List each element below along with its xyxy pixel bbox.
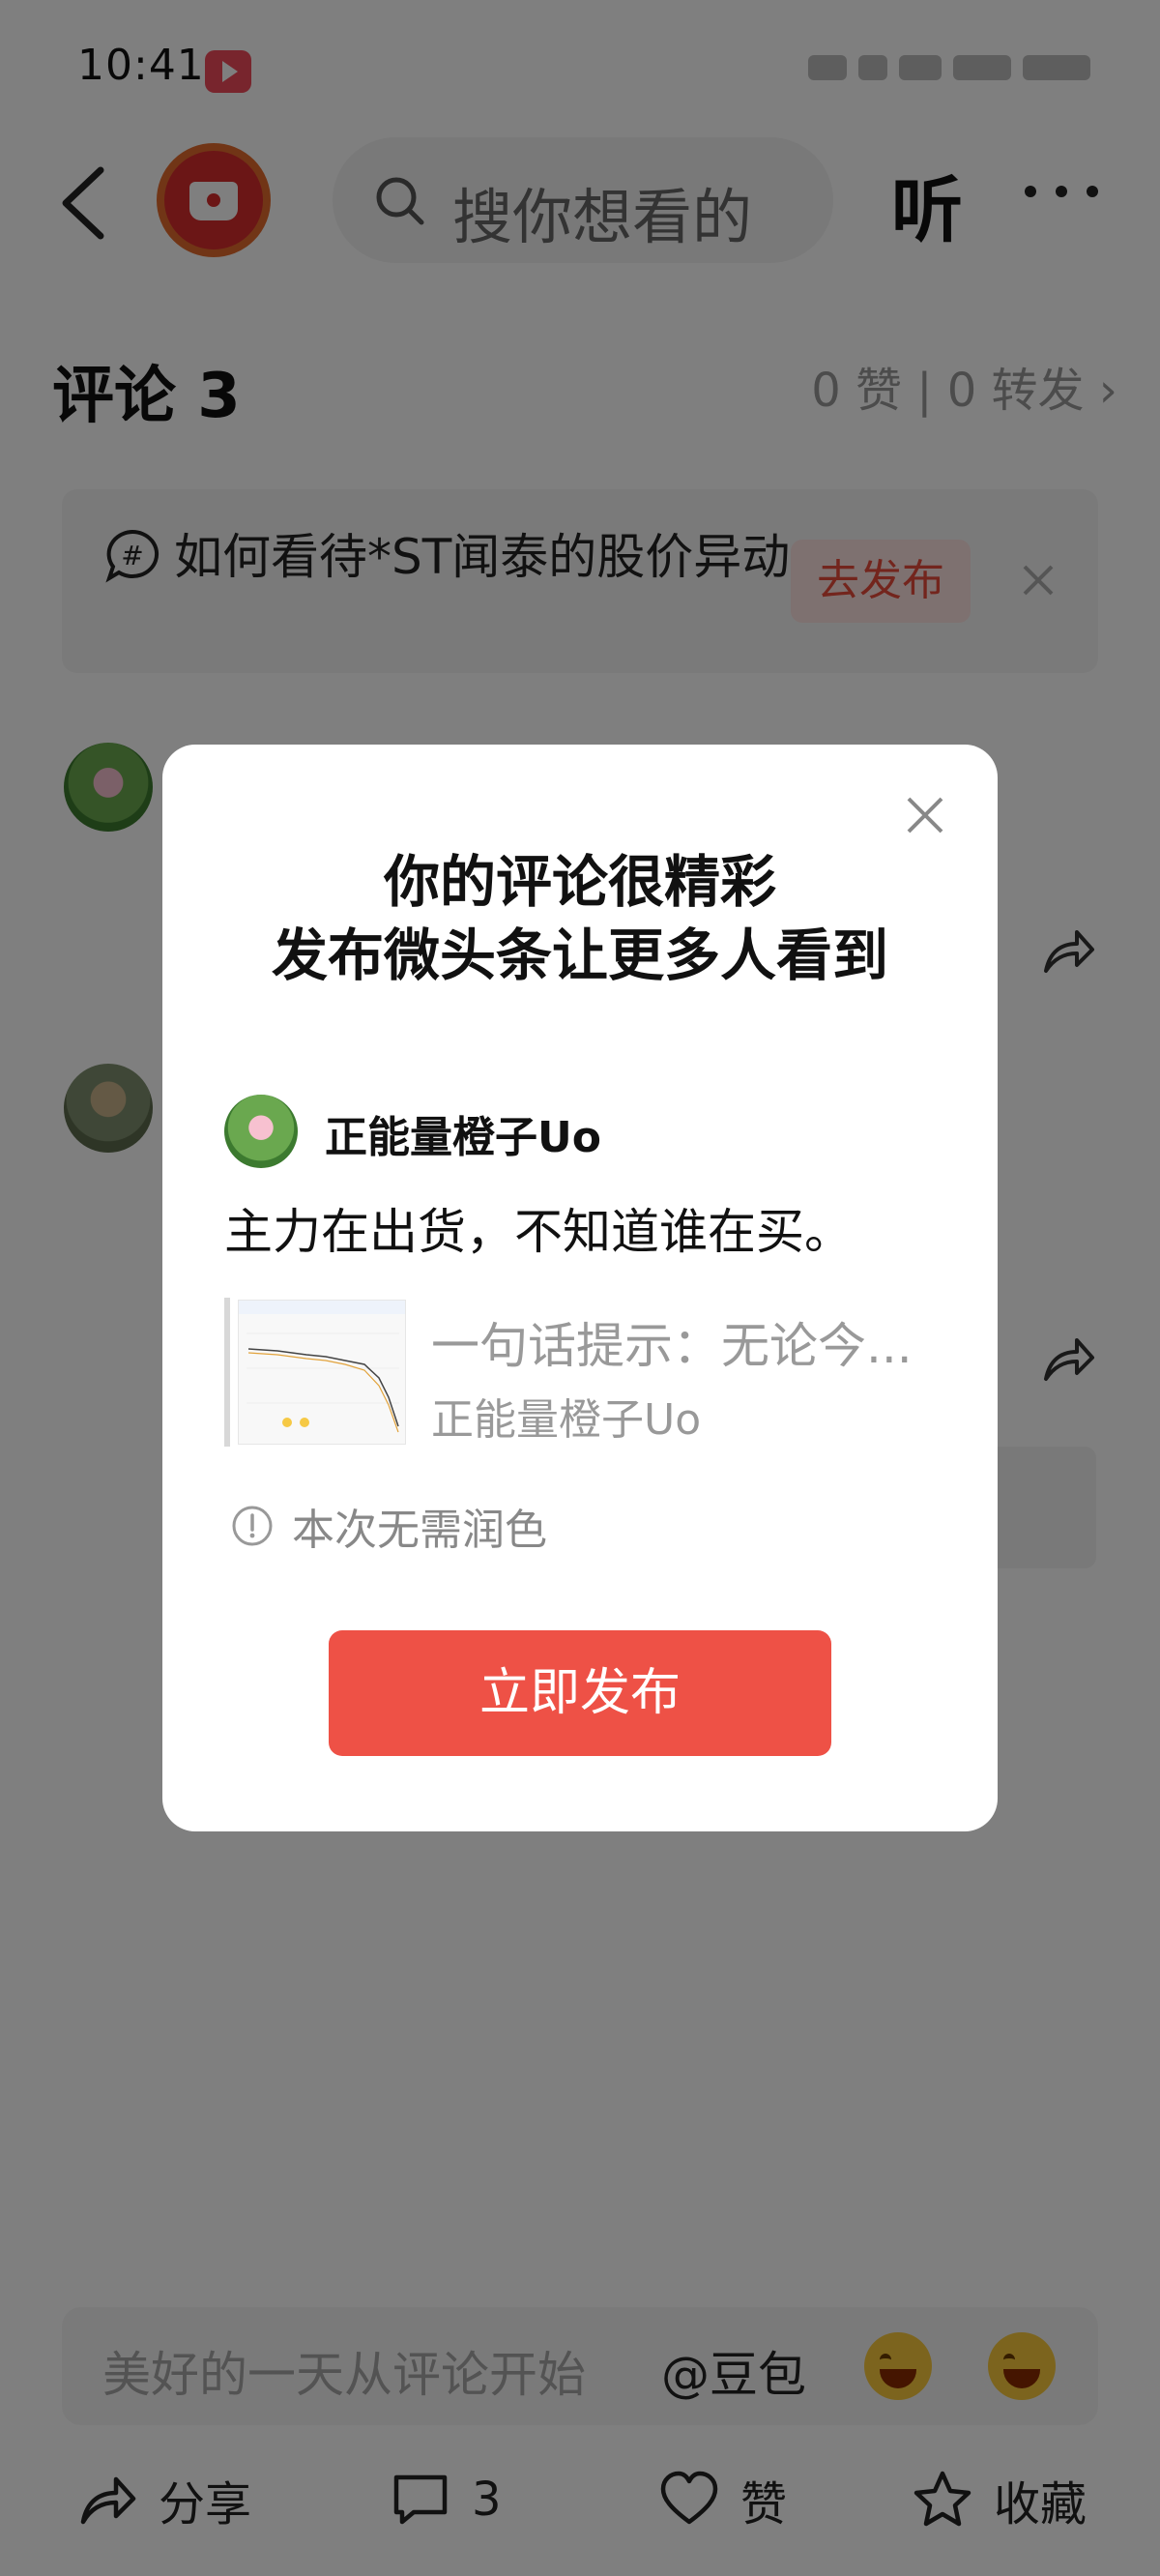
stock-chart-thumbnail xyxy=(238,1300,406,1445)
polish-notice: 本次无需润色 xyxy=(230,1499,547,1555)
polish-notice-text: 本次无需润色 xyxy=(292,1506,547,1555)
quoted-article-card: 一句话提示：无论今... 正能量橙子Uo xyxy=(224,1298,940,1447)
publish-suggestion-dialog: 你的评论很精彩 发布微头条让更多人看到 正能量橙子Uo 主力在出货，不知道谁在买… xyxy=(162,745,998,1831)
quote-bar xyxy=(224,1298,230,1447)
dialog-title-line1: 你的评论很精彩 xyxy=(383,849,776,915)
quoted-article-title: 一句话提示：无论今... xyxy=(431,1318,913,1374)
quoted-article-author: 正能量橙子Uo xyxy=(431,1395,702,1445)
dialog-title: 你的评论很精彩 发布微头条让更多人看到 xyxy=(162,845,998,992)
preview-avatar xyxy=(224,1095,298,1168)
publish-now-button[interactable]: 立即发布 xyxy=(329,1630,831,1756)
close-icon[interactable] xyxy=(903,793,947,837)
info-icon xyxy=(232,1506,273,1546)
preview-comment-text: 主力在出货，不知道谁在买。 xyxy=(224,1204,853,1260)
preview-username: 正能量橙子Uo xyxy=(325,1113,601,1162)
dialog-title-line2: 发布微头条让更多人看到 xyxy=(271,922,888,988)
